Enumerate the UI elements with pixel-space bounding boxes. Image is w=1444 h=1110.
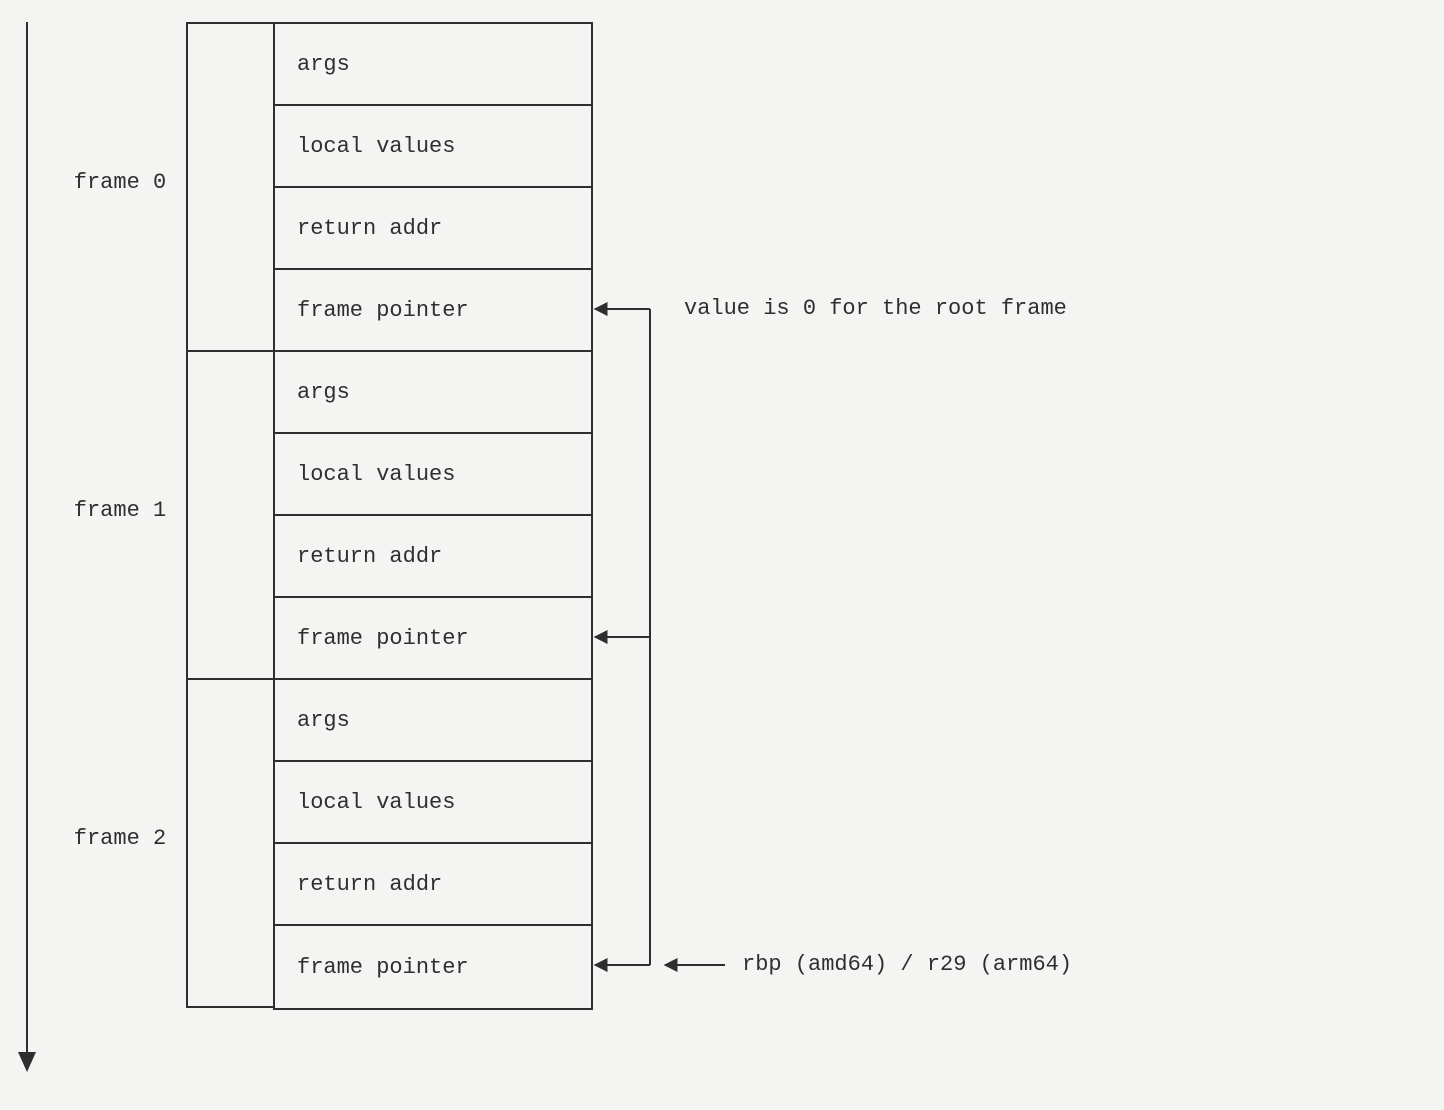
cell-frame-pointer: frame pointer <box>275 926 591 1008</box>
cell-args: args <box>275 24 591 106</box>
cell-local-values: local values <box>275 762 591 844</box>
cell-frame-pointer: frame pointer <box>275 598 591 680</box>
stack-growth-arrow <box>18 22 36 1072</box>
frame-label-2: frame 2 <box>45 826 195 851</box>
cell-args: args <box>275 352 591 434</box>
cell-local-values: local values <box>275 434 591 516</box>
cell-args: args <box>275 680 591 762</box>
annotation-root-frame: value is 0 for the root frame <box>684 296 1067 321</box>
stack-body: args local values return addr frame poin… <box>273 22 593 1010</box>
frame-label-0: frame 0 <box>45 170 195 195</box>
bracket-frame-2 <box>187 679 273 1007</box>
cell-return-addr: return addr <box>275 844 591 926</box>
annotation-register: rbp (amd64) / r29 (arm64) <box>742 952 1072 977</box>
cell-local-values: local values <box>275 106 591 188</box>
bracket-frame-0 <box>187 23 273 351</box>
frame-label-1: frame 1 <box>45 498 195 523</box>
cell-return-addr: return addr <box>275 516 591 598</box>
cell-return-addr: return addr <box>275 188 591 270</box>
stack-frame-diagram: args local values return addr frame poin… <box>0 0 1444 1110</box>
diagram-lines <box>0 0 1444 1110</box>
bracket-frame-1 <box>187 351 273 679</box>
cell-frame-pointer: frame pointer <box>275 270 591 352</box>
